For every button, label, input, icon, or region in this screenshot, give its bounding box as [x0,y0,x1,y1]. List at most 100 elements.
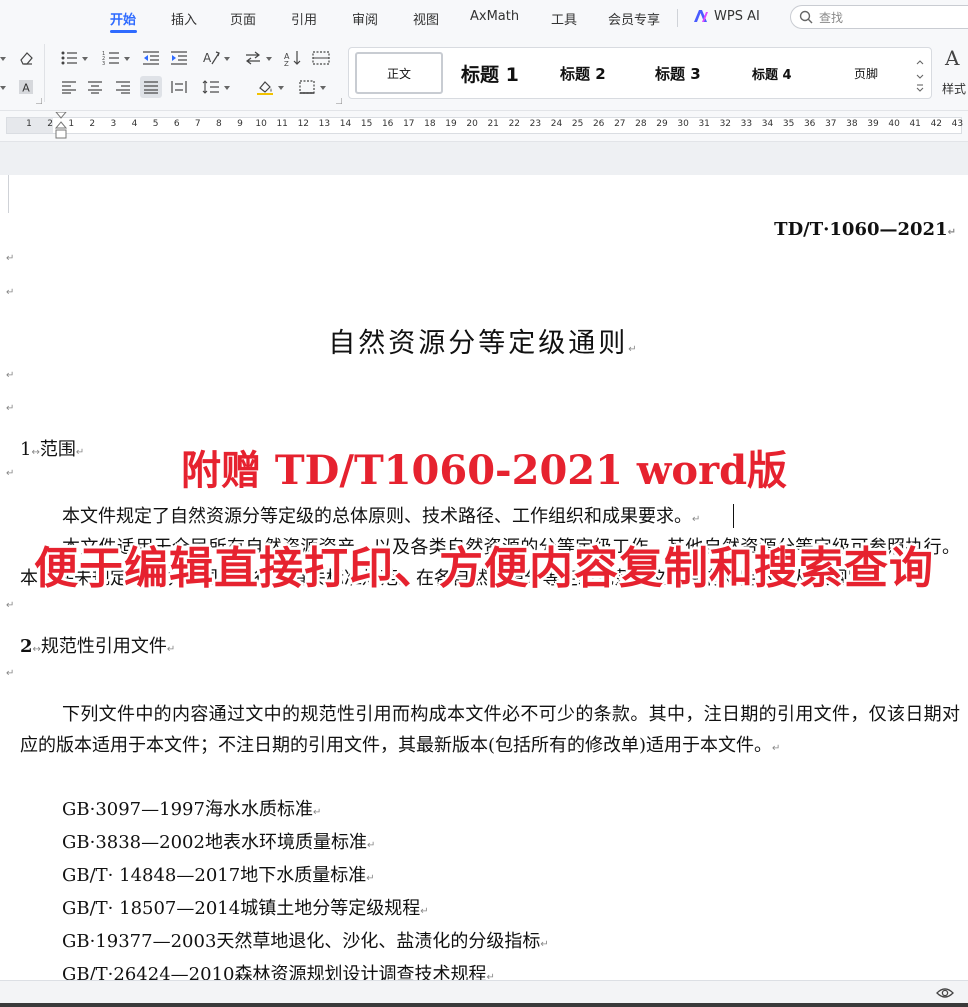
sort-button[interactable]: AZ [282,48,304,68]
ruler-numbers: 1 2 1 2 3 4 5 6 7 8 9 10 11 12 13 14 15 16 17 18 19 20 21 22 23 2… [7,118,964,133]
align-left-icon [62,81,76,94]
ruler-number: 10 [255,119,267,129]
distribute-button[interactable] [168,77,190,97]
ruler-number: 36 [803,119,816,129]
chevron-down-icon[interactable] [278,86,284,90]
tab-start[interactable]: 开始 [110,9,136,28]
style-normal[interactable]: 正文 [355,52,443,94]
ruler-number: 1 [26,119,32,129]
ruler-number: 30 [677,119,689,129]
eye-icon[interactable] [936,986,954,1000]
tab-axmath[interactable]: AxMath [470,9,519,24]
chevron-down-icon[interactable] [224,86,230,90]
chevron-down-icon[interactable] [82,57,88,61]
ruler-number: 9 [237,119,243,129]
window-bottom-edge [0,1003,968,1007]
increase-indent-button[interactable] [168,48,190,68]
shading-button[interactable] [254,77,276,97]
table-grid-icon [312,51,330,65]
style-heading-1[interactable]: 标题 1 [461,60,519,86]
ruler-number: 32 [719,119,732,129]
indent-marker-icon[interactable] [55,112,67,140]
ruler-number: 3 [110,119,117,129]
justify-button[interactable] [140,76,162,98]
ruler-number: 21 [487,119,499,129]
tab-tools[interactable]: 工具 [551,9,577,28]
ribbon-separator [44,44,45,102]
document-code: TD/T·1060—2021↵ [774,219,956,240]
wps-ai-button[interactable]: WPS AI [714,9,760,24]
search-icon [799,10,813,24]
group-launcher-icon[interactable] [336,98,342,104]
ruler-number: 43 [951,119,964,129]
char-shading-button[interactable]: A [15,77,37,97]
text-cursor [733,504,734,528]
style-footer[interactable]: 页脚 [854,65,878,87]
show-marks-button[interactable] [310,48,332,68]
style-heading-3[interactable]: 标题 3 [655,63,701,85]
tab-member[interactable]: 会员专享 [608,9,660,28]
tab-reference[interactable]: 引用 [291,9,317,28]
ruler-number: 4 [131,119,138,129]
ruler-number: 35 [782,119,795,129]
chevron-down-icon[interactable] [224,57,230,61]
workspace-gap [0,141,968,175]
svg-text:Z: Z [284,60,289,66]
align-center-button[interactable] [84,77,106,97]
paint-bucket-icon [257,81,273,95]
numbered-list-button[interactable]: 123 [100,48,122,68]
clear-format-button[interactable] [15,48,37,68]
text-direction-button[interactable]: A [200,48,222,68]
chevron-down-icon[interactable] [320,86,326,90]
horizontal-ruler[interactable]: 1 2 1 2 3 4 5 6 7 8 9 10 11 12 13 14 15 16 17 18 19 20 21 22 23 2… [0,111,968,141]
menu-bar: 开始 插入 页面 引用 审阅 视图 AxMath 工具 会员专享 WPS AI … [0,0,968,36]
tab-insert[interactable]: 插入 [171,9,197,28]
ruler-number: 24 [550,119,563,129]
border-button[interactable] [296,77,318,97]
reference-item: GB/T· 14848—2017地下水质量标准↵ [62,865,375,886]
status-bar [0,980,968,1007]
ruler-number: 17 [403,119,415,129]
reference-item: GB/T· 18507—2014城镇土地分等定级规程↵ [62,898,429,919]
wps-ai-icon[interactable] [693,9,709,23]
align-left-button[interactable] [58,77,80,97]
tab-view[interactable]: 视图 [413,9,439,28]
decrease-indent-button[interactable] [140,48,162,68]
page-corner-mark [8,175,9,213]
promo-banner-line-1: 附赠 TD/T1060-2021 word版 [180,447,788,494]
styles-scroll-icon[interactable] [915,54,925,94]
tab-review[interactable]: 审阅 [352,9,378,28]
ruler-number: 25 [571,119,584,129]
style-heading-4[interactable]: 标题 4 [752,64,792,86]
chevron-down-icon[interactable] [124,57,130,61]
paragraph-mark: ↵ [6,253,15,264]
section-1-paragraph-1: 本文件规定了自然资源分等定级的总体原则、技术路径、工作组织和成果要求。↵ [62,506,701,527]
line-break-button[interactable] [242,48,264,68]
styles-pane-button[interactable]: 样式 [942,80,966,97]
bullet-list-icon [61,51,77,65]
ruler-number: 34 [761,119,774,129]
style-heading-2[interactable]: 标题 2 [560,63,606,85]
tab-page[interactable]: 页面 [230,9,256,28]
svg-text:A: A [22,82,30,95]
bullet-list-button[interactable] [58,48,80,68]
align-right-button[interactable] [112,77,134,97]
chevron-down-icon[interactable] [266,57,272,61]
distribute-icon [171,81,187,93]
indent-icon [171,51,187,65]
ruler-number: 13 [318,119,331,129]
border-icon [299,80,315,94]
line-spacing-button[interactable] [200,77,222,97]
ruler-number: 27 [614,119,626,129]
align-right-icon [116,81,130,94]
styles-pane-icon[interactable]: A [945,46,959,70]
numbered-list-icon: 123 [102,51,119,66]
ruler-number: 5 [152,119,159,129]
line-spacing-icon [202,80,219,94]
chevron-down-icon [0,86,6,90]
chevron-down-icon [0,57,6,61]
ruler-strip: 1 2 1 2 3 4 5 6 7 8 9 10 11 12 13 14 15 16 17 18 19 20 21 22 23 2… [6,117,964,134]
group-launcher-icon[interactable] [36,98,42,104]
ruler-number: 1 [68,119,75,129]
search-input[interactable]: 查找 [790,5,968,29]
